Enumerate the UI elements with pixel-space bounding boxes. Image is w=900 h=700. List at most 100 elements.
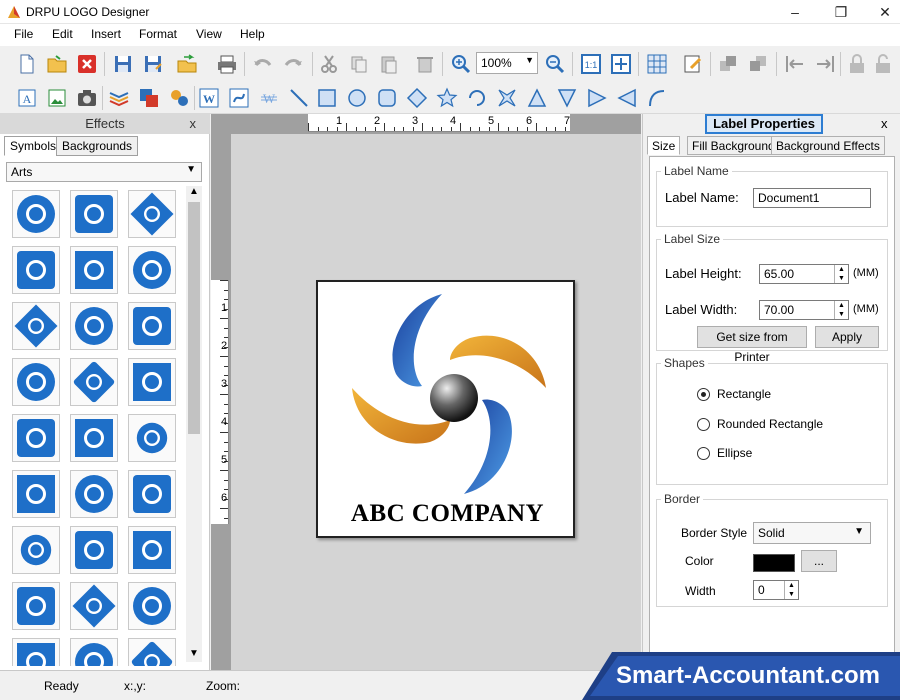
save-icon[interactable] [110,52,136,76]
menu-edit[interactable]: Edit [48,27,77,41]
new-file-icon[interactable] [14,52,40,76]
camera-icon[interactable] [74,86,100,110]
layers-icon[interactable] [106,86,132,110]
close-window-button[interactable]: ✕ [862,0,900,24]
effects-close-button[interactable]: x [190,114,197,134]
swirl-logo-graphic[interactable] [344,288,554,498]
export-icon[interactable] [174,52,200,76]
lock-icon[interactable] [844,52,870,76]
company-name-text[interactable]: ABC COMPANY [318,500,577,528]
spinner-icon[interactable]: ▲ ▼ [834,265,848,283]
art-symbol-item[interactable] [128,302,176,350]
art-symbol-item[interactable] [70,246,118,294]
scroll-down-icon[interactable]: ▼ [189,648,199,659]
art-symbol-item[interactable] [128,582,176,630]
art-symbol-item[interactable] [70,302,118,350]
tab-size[interactable]: Size [647,136,681,155]
border-color-swatch[interactable] [753,554,795,572]
menu-file[interactable]: File [10,27,37,41]
art-symbol-item[interactable] [12,638,60,666]
ellipse-radio[interactable] [697,447,710,460]
zoom-in-icon[interactable] [448,52,474,76]
close-file-icon[interactable] [74,52,100,76]
spinner-icon[interactable]: ▲ ▼ [784,581,798,599]
grid-icon[interactable] [644,52,670,76]
triangle-right-tool-icon[interactable] [584,86,610,110]
art-symbol-item[interactable] [70,526,118,574]
rectangle-tool-icon[interactable] [314,86,340,110]
ellipse-tool-icon[interactable] [344,86,370,110]
arc-tool-icon[interactable] [464,86,490,110]
art-symbol-item[interactable] [70,470,118,518]
border-width-input[interactable]: 0 ▲ ▼ [753,580,799,600]
menu-view[interactable]: View [192,27,226,41]
maximize-button[interactable]: ❐ [818,0,864,24]
label-width-input[interactable]: 70.00 ▲ ▼ [759,300,849,320]
label-height-input[interactable]: 65.00 ▲ ▼ [759,264,849,284]
watermark-icon[interactable]: W [256,86,282,110]
tab-background-effects[interactable]: Background Effects [771,136,885,155]
text-tool-icon[interactable]: A [14,86,40,110]
edit-icon[interactable] [680,52,706,76]
border-color-picker-button[interactable]: ... [801,550,837,572]
tab-backgrounds[interactable]: Backgrounds [56,136,139,156]
art-symbol-item[interactable] [128,526,176,574]
border-style-select[interactable]: Solid ▼ [753,522,871,544]
art-symbol-item[interactable] [70,414,118,462]
zoom-out-icon[interactable] [542,52,568,76]
clipart-icon[interactable] [166,86,192,110]
art-symbol-item[interactable] [128,246,176,294]
minimize-button[interactable]: – [772,0,818,24]
fit-to-window-icon[interactable] [608,52,634,76]
tab-fill-background[interactable]: Fill Background [687,136,780,155]
delete-icon[interactable] [412,52,438,76]
actual-size-icon[interactable]: 1:1 [578,52,604,76]
menu-insert[interactable]: Insert [87,27,125,41]
art-symbol-item[interactable] [70,190,118,238]
scrollbar-thumb[interactable] [188,202,200,434]
art-symbol-item[interactable] [12,526,60,574]
art-symbol-item[interactable] [70,638,118,666]
undo-icon[interactable] [250,52,276,76]
apply-button[interactable]: Apply [815,326,879,348]
art-symbol-item[interactable] [70,582,118,630]
properties-close-button[interactable]: x [881,116,888,131]
line-tool-icon[interactable] [286,86,312,110]
curve-tool-icon[interactable] [644,86,670,110]
get-size-from-printer-button[interactable]: Get size from Printer [697,326,807,364]
image-tool-icon[interactable] [44,86,70,110]
art-symbol-item[interactable] [12,414,60,462]
tab-symbols[interactable]: Symbols [4,136,63,156]
rectangle-radio[interactable] [697,388,710,401]
paste-icon[interactable] [376,52,402,76]
redo-icon[interactable] [280,52,306,76]
art-symbol-item[interactable] [128,190,176,238]
signature-icon[interactable] [226,86,252,110]
bring-front-icon[interactable] [716,52,742,76]
align-right-icon[interactable] [812,52,838,76]
label-design[interactable]: ABC COMPANY [316,280,575,538]
scroll-up-icon[interactable]: ▲ [189,186,199,197]
rounded-rectangle-radio[interactable] [697,418,710,431]
art-symbol-item[interactable] [12,246,60,294]
save-as-icon[interactable] [140,52,166,76]
menu-help[interactable]: Help [236,27,269,41]
word-art-icon[interactable]: W [196,86,222,110]
cut-icon[interactable] [316,52,342,76]
copy-icon[interactable] [346,52,372,76]
open-folder-icon[interactable] [44,52,70,76]
art-symbol-item[interactable] [128,638,176,666]
art-symbol-item[interactable] [12,190,60,238]
symbol-category-select[interactable]: Arts ▼ [6,162,202,182]
symbols-scrollbar[interactable]: ▲ ▼ [186,186,202,662]
art-symbol-item[interactable] [12,302,60,350]
shapes-library-icon[interactable] [136,86,162,110]
label-name-input[interactable]: Document1 [753,188,871,208]
spinner-icon[interactable]: ▲ ▼ [834,301,848,319]
rounded-rect-tool-icon[interactable] [374,86,400,110]
art-symbol-item[interactable] [128,414,176,462]
send-back-icon[interactable] [746,52,772,76]
triangle-up-tool-icon[interactable] [524,86,550,110]
art-symbol-item[interactable] [128,358,176,406]
unlock-icon[interactable] [870,52,896,76]
